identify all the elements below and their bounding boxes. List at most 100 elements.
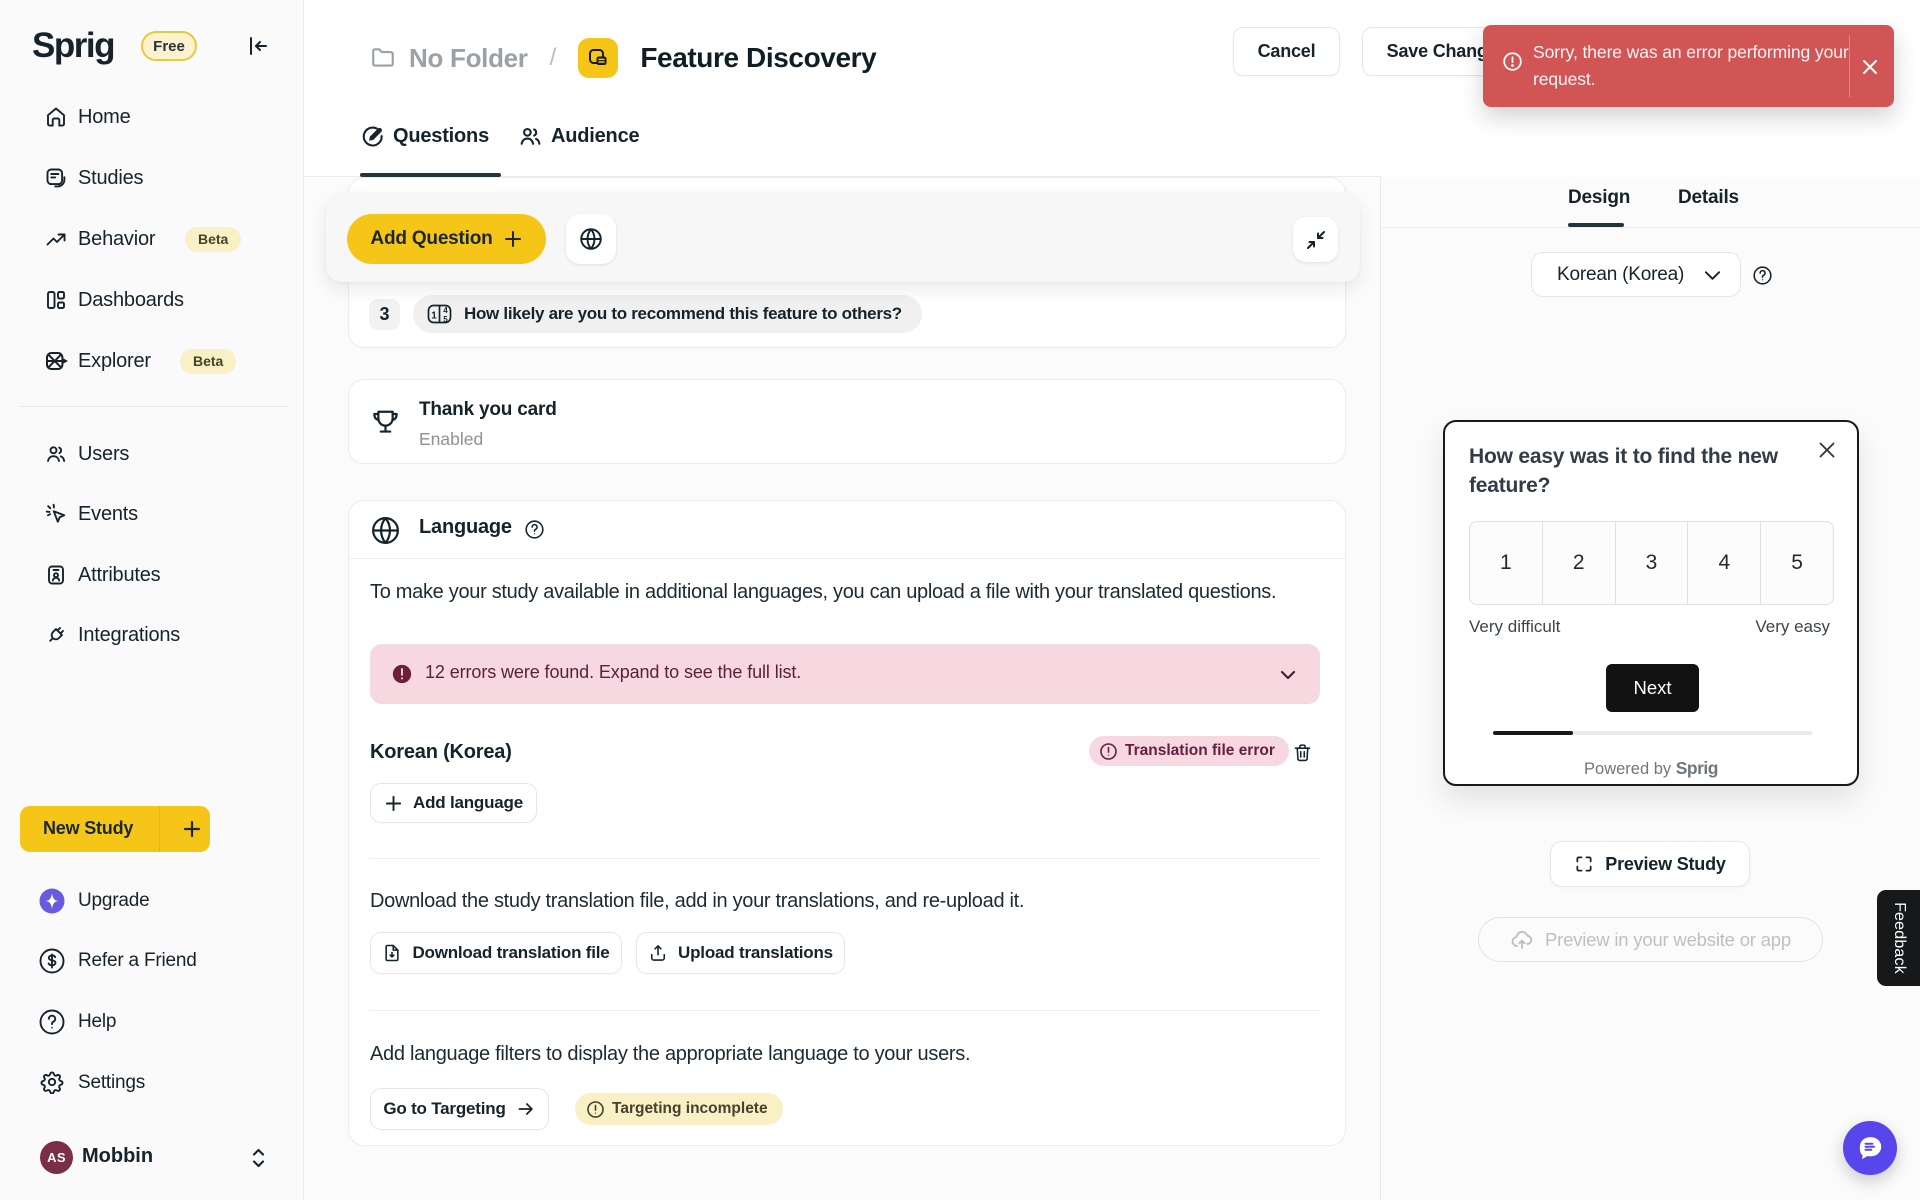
- fullscreen-icon: [1574, 854, 1594, 874]
- thank-you-status: Enabled: [419, 429, 483, 450]
- alert-circle-icon: [1099, 742, 1118, 761]
- active-tab-underline: [1568, 223, 1624, 227]
- question-number-badge: 3: [369, 299, 400, 330]
- toast-close-icon[interactable]: [1859, 56, 1881, 78]
- feedback-tab[interactable]: Feedback: [1877, 890, 1920, 986]
- thank-you-card[interactable]: Thank you card Enabled: [348, 379, 1346, 464]
- sidebar-item-upgrade[interactable]: Upgrade: [0, 879, 304, 923]
- rating-5[interactable]: 5: [1761, 521, 1834, 605]
- close-icon[interactable]: [1817, 440, 1837, 460]
- main-content: 3 145 How likely are you to recommend th…: [304, 178, 1381, 1200]
- alert-circle-icon: [586, 1100, 605, 1119]
- plus-icon: [503, 229, 523, 249]
- error-banner-text: 12 errors were found. Expand to see the …: [425, 662, 801, 683]
- preview-study-button[interactable]: Preview Study: [1550, 841, 1750, 887]
- chat-bubble-icon: [1854, 1132, 1886, 1164]
- plus-icon[interactable]: [173, 817, 210, 841]
- account-switcher[interactable]: AS Mobbin: [0, 1136, 304, 1180]
- sidebar-item-users[interactable]: Users: [0, 432, 304, 476]
- chevron-down-icon: [1703, 269, 1722, 283]
- filters-description: Add language filters to display the appr…: [370, 1043, 970, 1066]
- sidebar-item-home[interactable]: Home: [0, 95, 304, 139]
- add-language-button[interactable]: Add language: [370, 783, 537, 823]
- language-card: Language To make your study available in…: [348, 500, 1346, 1146]
- go-to-targeting-button[interactable]: Go to Targeting: [370, 1088, 549, 1130]
- next-button[interactable]: Next: [1606, 664, 1699, 712]
- arrow-right-icon: [516, 1099, 536, 1119]
- alert-filled-icon: [391, 663, 413, 685]
- download-translation-button[interactable]: Download translation file: [370, 932, 622, 974]
- sidebar-item-refer-a-friend[interactable]: Refer a Friend: [0, 939, 304, 983]
- breadcrumb-folder[interactable]: No Folder: [409, 43, 528, 74]
- file-download-icon: [382, 943, 402, 963]
- collapse-icon: [1305, 229, 1327, 251]
- sidebar-item-explorer[interactable]: Explorer Beta: [0, 339, 304, 383]
- delete-language-button[interactable]: [1287, 738, 1317, 768]
- sidebar-item-integrations[interactable]: Integrations: [0, 613, 304, 657]
- gear-icon: [40, 1070, 64, 1094]
- plug-icon: [44, 623, 68, 647]
- survey-question: How easy was it to find the new feature?: [1469, 442, 1799, 500]
- scale-min-label: Very difficult: [1469, 617, 1560, 637]
- cancel-button[interactable]: Cancel: [1233, 27, 1340, 76]
- language-title: Language: [419, 516, 512, 539]
- tab-audience[interactable]: Audience: [518, 124, 639, 149]
- study-type-icon: [578, 38, 618, 78]
- question-text: How likely are you to recommend this fea…: [464, 304, 902, 324]
- id-card-icon: [44, 563, 68, 587]
- powered-by: Powered by Sprig: [1445, 758, 1857, 779]
- rating-scale: 1 2 3 4 5: [1469, 521, 1834, 605]
- rating-3[interactable]: 3: [1616, 521, 1689, 605]
- cloud-upload-icon: [1510, 928, 1534, 952]
- language-select[interactable]: Korean (Korea): [1531, 252, 1741, 297]
- language-globe-button[interactable]: [566, 214, 616, 264]
- sprig-wordmark: Sprig: [1676, 758, 1718, 778]
- sidebar-item-help[interactable]: Help: [0, 1000, 304, 1044]
- error-toast: Sorry, there was an error performing you…: [1483, 25, 1894, 107]
- upload-translations-button[interactable]: Upload translations: [636, 932, 845, 974]
- sidebar-item-attributes[interactable]: Attributes: [0, 553, 304, 597]
- sidebar-item-behavior[interactable]: Behavior Beta: [0, 217, 304, 261]
- trash-icon: [1292, 742, 1313, 764]
- account-name: Mobbin: [82, 1145, 153, 1168]
- page-title: Feature Discovery: [640, 42, 876, 74]
- collapse-questions-button[interactable]: [1293, 217, 1338, 262]
- rating-1[interactable]: 1: [1469, 521, 1543, 605]
- design-panel: Design Details Korean (Korea) How easy w…: [1380, 177, 1920, 1200]
- upgrade-icon: [39, 888, 65, 914]
- rating-4[interactable]: 4: [1688, 521, 1761, 605]
- chevron-down-icon[interactable]: [1278, 665, 1298, 685]
- sidebar-divider: [20, 406, 288, 407]
- question-toolbar: Add Question: [326, 193, 1360, 282]
- breadcrumb: No Folder / Feature Discovery: [370, 38, 876, 78]
- add-question-button[interactable]: Add Question: [347, 214, 546, 264]
- tab-details[interactable]: Details: [1678, 187, 1739, 209]
- tab-questions[interactable]: Questions: [360, 124, 489, 149]
- chevron-updown-icon[interactable]: [250, 1147, 267, 1169]
- new-study-button[interactable]: New Study: [20, 806, 210, 852]
- error-banner[interactable]: 12 errors were found. Expand to see the …: [370, 644, 1320, 704]
- preview-in-website-button[interactable]: Preview in your website or app: [1478, 917, 1823, 962]
- sidebar-item-dashboards[interactable]: Dashboards: [0, 278, 304, 322]
- upload-icon: [648, 943, 668, 963]
- svg-text:5: 5: [443, 315, 448, 324]
- sidebar-item-studies[interactable]: Studies: [0, 156, 304, 200]
- chat-fab[interactable]: [1843, 1121, 1897, 1175]
- language-name: Korean (Korea): [370, 741, 512, 764]
- plus-icon: [384, 794, 403, 813]
- help-circle-icon: [39, 1009, 65, 1035]
- avatar: AS: [40, 1141, 73, 1174]
- download-description: Download the study translation file, add…: [370, 890, 1024, 913]
- trending-up-icon: [44, 227, 68, 251]
- progress-fill: [1493, 731, 1573, 735]
- sidebar-collapse-icon[interactable]: [243, 32, 273, 60]
- help-circle-icon[interactable]: [1752, 265, 1773, 286]
- sidebar-item-settings[interactable]: Settings: [0, 1061, 304, 1105]
- rating-2[interactable]: 2: [1543, 521, 1616, 605]
- help-circle-icon[interactable]: [524, 519, 545, 540]
- globe-icon: [369, 514, 402, 547]
- tab-design[interactable]: Design: [1568, 187, 1630, 209]
- studies-icon: [44, 166, 68, 190]
- sidebar-item-events[interactable]: Events: [0, 492, 304, 536]
- question-row[interactable]: 3 145 How likely are you to recommend th…: [369, 295, 922, 333]
